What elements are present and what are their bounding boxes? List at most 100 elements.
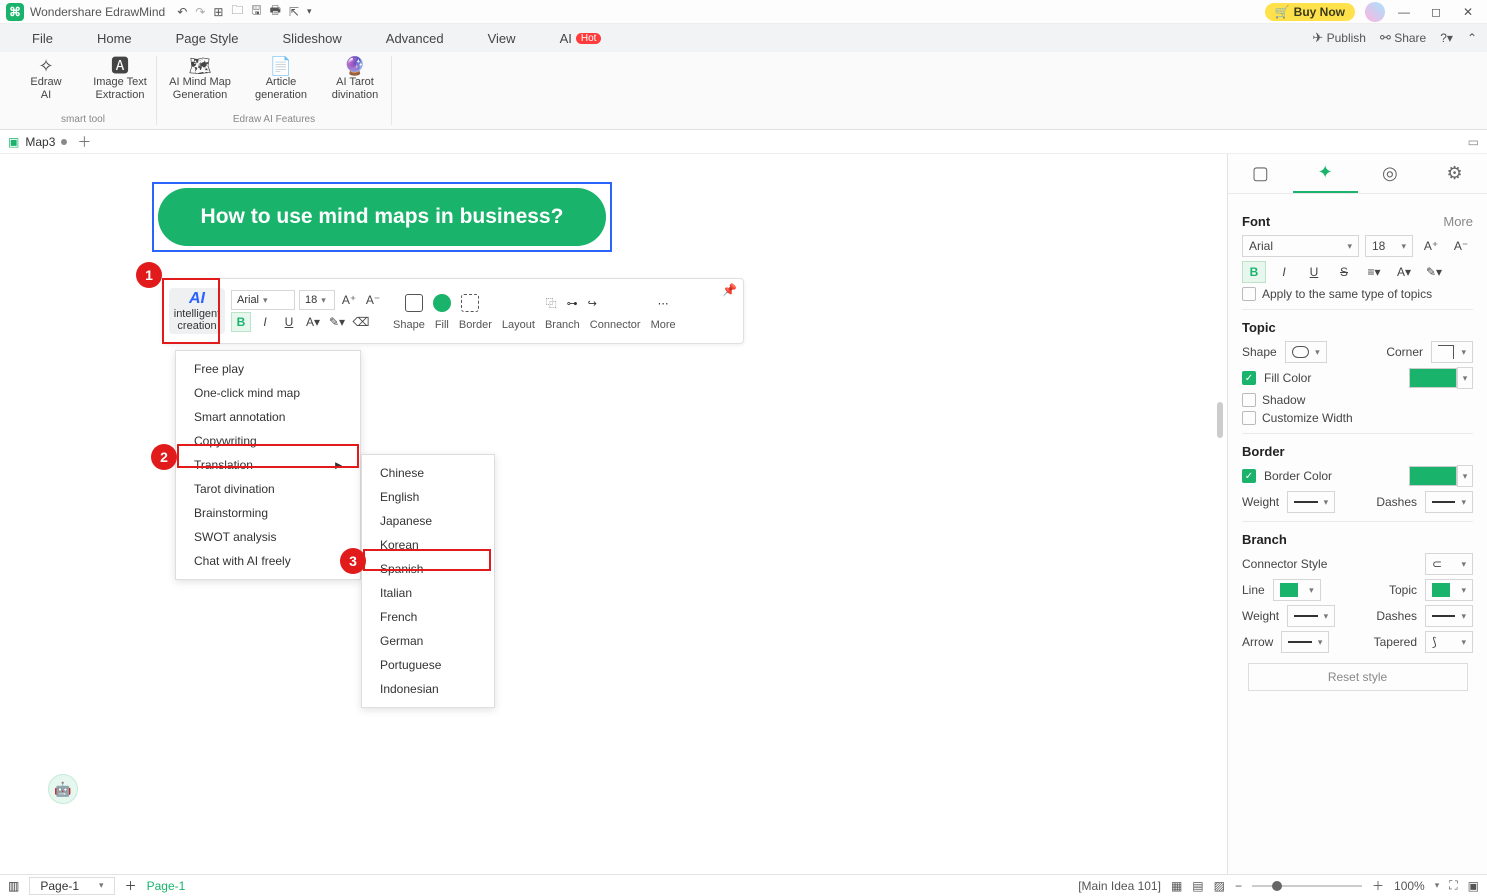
- lang-japanese[interactable]: Japanese: [362, 509, 494, 533]
- ai-menu-one-click[interactable]: One-click mind map: [176, 381, 360, 405]
- intelligent-creation-button[interactable]: AI intelligent creation: [169, 288, 225, 334]
- add-page-button[interactable]: ＋: [125, 877, 137, 894]
- new-icon[interactable]: ⊞: [213, 5, 223, 19]
- zoom-in-button[interactable]: ＋: [1372, 877, 1384, 894]
- layout-icon[interactable]: ⿻: [546, 295, 557, 311]
- pin-icon[interactable]: 📌: [722, 283, 737, 297]
- panel-shrink-font[interactable]: A⁻: [1449, 235, 1473, 257]
- panel-tab-settings[interactable]: ⚙: [1422, 154, 1487, 193]
- corner-select[interactable]: ▾: [1431, 341, 1473, 363]
- ai-menu-chat[interactable]: Chat with AI freely: [176, 549, 360, 573]
- collapse-ribbon-icon[interactable]: ⌃: [1467, 31, 1477, 45]
- border-color-drop[interactable]: ▾: [1457, 465, 1473, 487]
- lang-french[interactable]: French: [362, 605, 494, 629]
- shape-select[interactable]: ▾: [1285, 341, 1327, 363]
- panel-font-size[interactable]: 18▾: [1365, 235, 1413, 257]
- shape-icon[interactable]: [405, 294, 423, 312]
- new-tab-button[interactable]: ＋: [77, 132, 91, 152]
- selected-topic[interactable]: How to use mind maps in business?: [152, 182, 612, 252]
- font-family-select[interactable]: Arial▾: [231, 290, 295, 310]
- fit-icon[interactable]: ▣: [1468, 879, 1479, 893]
- border-color-swatch[interactable]: [1409, 466, 1457, 486]
- ai-menu-swot[interactable]: SWOT analysis: [176, 525, 360, 549]
- more-icon[interactable]: ⋯: [658, 297, 669, 310]
- panel-tab-topic[interactable]: ▢: [1228, 154, 1293, 193]
- panel-bold[interactable]: B: [1242, 261, 1266, 283]
- outline-toggle-icon[interactable]: ▥: [8, 879, 19, 893]
- buy-now-button[interactable]: 🛒Buy Now: [1265, 3, 1355, 21]
- help-button[interactable]: ?▾: [1440, 31, 1453, 45]
- menu-advanced[interactable]: Advanced: [364, 31, 466, 46]
- fill-icon[interactable]: [433, 294, 451, 312]
- bold-button[interactable]: B: [231, 312, 251, 332]
- font-color-button[interactable]: A▾: [303, 312, 323, 332]
- menu-home[interactable]: Home: [75, 31, 154, 46]
- edraw-ai-button[interactable]: ✧Edraw AI: [16, 56, 76, 101]
- custom-width-checkbox[interactable]: [1242, 411, 1256, 425]
- lang-german[interactable]: German: [362, 629, 494, 653]
- ai-menu-translation[interactable]: Translation▶: [176, 453, 360, 477]
- font-more-link[interactable]: More: [1443, 214, 1473, 229]
- panel-align[interactable]: ≡▾: [1362, 261, 1386, 283]
- view-thumb-icon[interactable]: ▦: [1171, 879, 1182, 893]
- panel-highlight[interactable]: ✎▾: [1422, 261, 1446, 283]
- lang-spanish[interactable]: Spanish: [362, 557, 494, 581]
- canvas[interactable]: How to use mind maps in business? AI int…: [0, 154, 1227, 874]
- save-icon[interactable]: 🖫: [251, 1, 261, 22]
- reset-style-button[interactable]: Reset style: [1248, 663, 1468, 691]
- zoom-slider[interactable]: [1252, 885, 1362, 887]
- branch-weight-select[interactable]: ▾: [1287, 605, 1335, 627]
- panel-tab-icon[interactable]: ◎: [1358, 154, 1423, 193]
- lang-chinese[interactable]: Chinese: [362, 461, 494, 485]
- lang-english[interactable]: English: [362, 485, 494, 509]
- lang-korean[interactable]: Korean: [362, 533, 494, 557]
- shadow-checkbox[interactable]: [1242, 393, 1256, 407]
- image-text-extraction-button[interactable]: 🅰Image Text Extraction: [90, 56, 150, 101]
- ai-menu-tarot[interactable]: Tarot divination: [176, 477, 360, 501]
- branch-dashes-select[interactable]: ▾: [1425, 605, 1473, 627]
- panel-italic[interactable]: I: [1272, 261, 1296, 283]
- branch-topic-select[interactable]: ▾: [1425, 579, 1473, 601]
- publish-button[interactable]: ✈ Publish: [1312, 30, 1366, 46]
- lang-italian[interactable]: Italian: [362, 581, 494, 605]
- redo-icon[interactable]: ↷: [195, 5, 205, 19]
- panel-font-family[interactable]: Arial▾: [1242, 235, 1359, 257]
- lang-portuguese[interactable]: Portuguese: [362, 653, 494, 677]
- italic-button[interactable]: I: [255, 312, 275, 332]
- clear-format-button[interactable]: ⌫: [351, 312, 371, 332]
- highlight-button[interactable]: ✎▾: [327, 312, 347, 332]
- ai-chat-bubble-icon[interactable]: 🤖: [48, 774, 78, 804]
- fullscreen-icon[interactable]: ⛶: [1449, 878, 1457, 893]
- print-icon[interactable]: 🖶: [270, 1, 281, 22]
- ai-menu-smart-annotation[interactable]: Smart annotation: [176, 405, 360, 429]
- ai-menu-copywriting[interactable]: Copywriting: [176, 429, 360, 453]
- shrink-font-button[interactable]: A⁻: [363, 290, 383, 310]
- lang-indonesian[interactable]: Indonesian: [362, 677, 494, 701]
- canvas-scrollbar[interactable]: [1217, 402, 1223, 438]
- menu-slideshow[interactable]: Slideshow: [261, 31, 364, 46]
- zoom-out-button[interactable]: −: [1235, 879, 1242, 893]
- window-minimize-icon[interactable]: —: [1391, 5, 1417, 19]
- page-select[interactable]: Page-1▾: [29, 877, 114, 895]
- user-avatar[interactable]: [1365, 2, 1385, 22]
- article-gen-button[interactable]: 📄Article generation: [251, 56, 311, 101]
- tarot-button[interactable]: 🔮AI Tarot divination: [325, 56, 385, 101]
- panel-tab-style[interactable]: ✦: [1293, 154, 1358, 193]
- panel-font-color[interactable]: A▾: [1392, 261, 1416, 283]
- page-tab-1[interactable]: Page-1: [147, 879, 186, 893]
- fill-color-checkbox[interactable]: ✓: [1242, 371, 1256, 385]
- menu-file[interactable]: File: [10, 31, 75, 46]
- qat-more-icon[interactable]: ▾: [307, 6, 312, 17]
- window-close-icon[interactable]: ✕: [1455, 5, 1481, 19]
- open-icon[interactable]: 🗀: [231, 1, 243, 22]
- share-button[interactable]: ⚯ Share: [1380, 30, 1426, 46]
- menu-ai[interactable]: AI Hot: [538, 31, 624, 46]
- tapered-select[interactable]: ⟆▾: [1425, 631, 1473, 653]
- ai-menu-brainstorming[interactable]: Brainstorming: [176, 501, 360, 525]
- fill-color-swatch[interactable]: [1409, 368, 1457, 388]
- branch-icon[interactable]: ⊶: [567, 297, 578, 310]
- panel-underline[interactable]: U: [1302, 261, 1326, 283]
- undo-icon[interactable]: ↶: [177, 5, 187, 19]
- apply-same-checkbox[interactable]: [1242, 287, 1256, 301]
- doc-tab-map3[interactable]: ▣ Map3: [8, 135, 67, 149]
